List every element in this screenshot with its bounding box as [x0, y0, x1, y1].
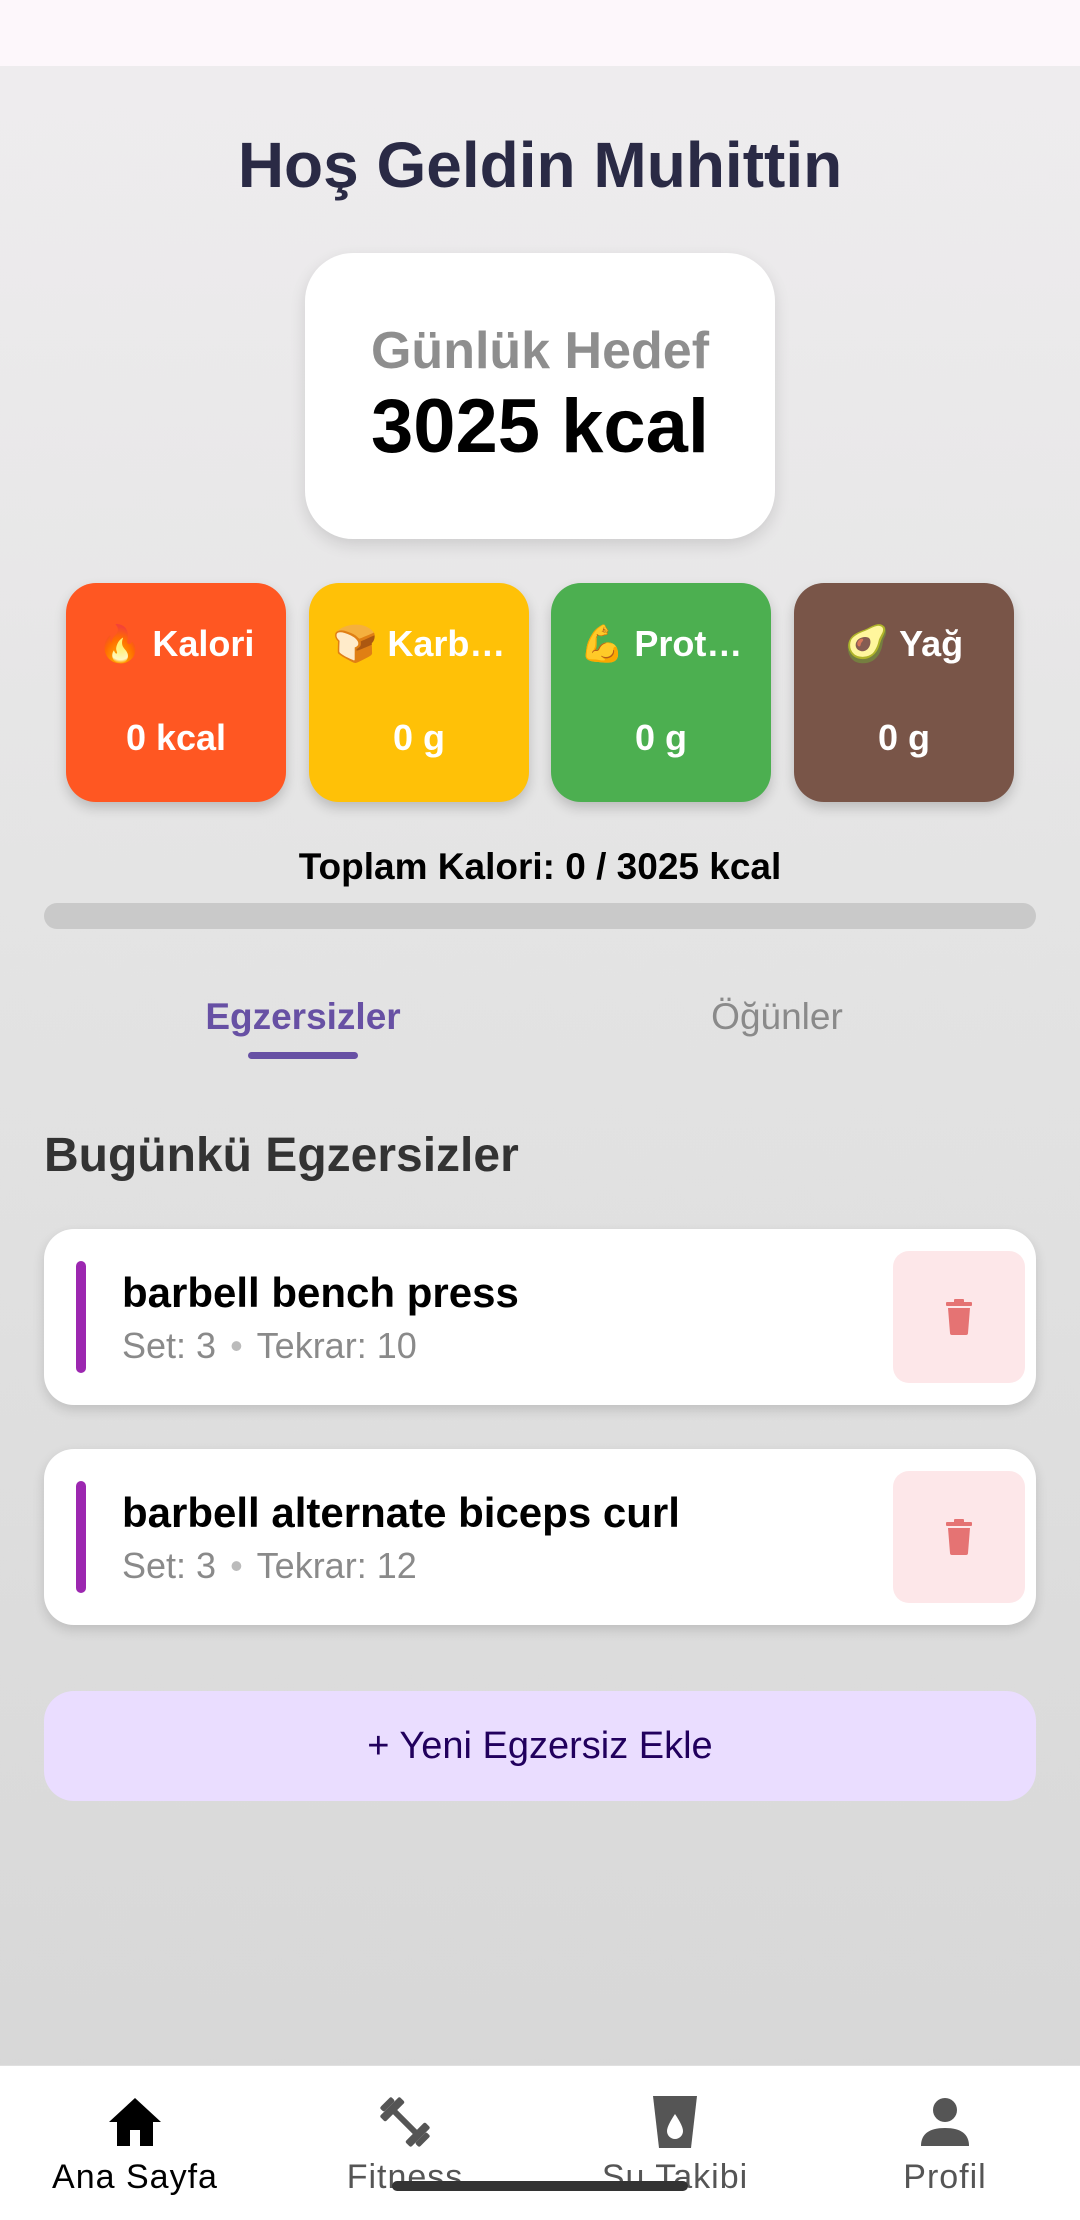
nav-label: Fitness [346, 2158, 464, 2196]
macro-label: 🥑 Yağ [844, 623, 964, 664]
trash-icon [946, 1519, 972, 1555]
section-title: Bugünkü Egzersizler [44, 1129, 519, 1182]
exercise-card[interactable]: barbell alternate biceps curl Set: 3 • Tek… [44, 1449, 1036, 1625]
macro-card-protein: 💪 Prot… 0 g [551, 583, 771, 802]
macro-label: 🔥 Kalori [97, 623, 255, 664]
nav-item-profile[interactable]: Profil [810, 2066, 1080, 2220]
nav-item-water[interactable]: Su Takibi [540, 2066, 810, 2220]
nav-label: Profil [903, 2158, 987, 2196]
calorie-progress-bar [44, 903, 1036, 929]
add-exercise-button[interactable]: + Yeni Egzersiz Ekle [44, 1691, 1036, 1801]
exercise-accent-bar [76, 1481, 86, 1593]
gesture-handle [392, 2181, 688, 2191]
tab-indicator [248, 1052, 358, 1059]
macro-label: 💪 Prot… [579, 623, 743, 664]
exercise-reps: Tekrar: 10 [256, 1325, 417, 1366]
water-glass-icon [653, 2096, 697, 2148]
exercise-reps: Tekrar: 12 [256, 1545, 417, 1586]
exercise-card[interactable]: barbell bench press Set: 3 • Tekrar: 10 [44, 1229, 1036, 1405]
tab-meals[interactable]: Öğünler [577, 996, 977, 1038]
exercise-meta: Set: 3 • Tekrar: 12 [122, 1545, 417, 1587]
macro-card-calorie: 🔥 Kalori 0 kcal [66, 583, 286, 802]
delete-exercise-button[interactable] [893, 1251, 1025, 1383]
separator-dot: • [230, 1325, 243, 1366]
exercise-meta: Set: 3 • Tekrar: 10 [122, 1325, 417, 1367]
home-icon [109, 2098, 161, 2146]
exercise-sets: Set: 3 [122, 1545, 217, 1586]
macro-label: 🍞 Karb… [332, 623, 506, 664]
macro-card-fat: 🥑 Yağ 0 g [794, 583, 1014, 802]
nav-item-fitness[interactable]: Fitness [270, 2066, 540, 2220]
bottom-navigation: Ana Sayfa Fitness Su Takibi Profil [0, 2065, 1080, 2220]
dumbbell-icon [380, 2097, 430, 2147]
status-bar [0, 0, 1080, 66]
exercise-accent-bar [76, 1261, 86, 1373]
nav-label: Ana Sayfa [52, 2158, 218, 2196]
page-title: Hoş Geldin Muhittin [237, 129, 843, 201]
macro-value: 0 g [634, 717, 687, 758]
nav-item-home[interactable]: Ana Sayfa [0, 2066, 270, 2220]
nav-label: Su Takibi [601, 2158, 749, 2196]
daily-goal-value: 3025 kcal [370, 384, 710, 469]
exercise-sets: Set: 3 [122, 1325, 217, 1366]
separator-dot: • [230, 1545, 243, 1586]
daily-goal-card: Günlük Hedef 3025 kcal [305, 253, 775, 539]
person-icon [921, 2098, 969, 2146]
daily-goal-label: Günlük Hedef [370, 322, 710, 380]
exercise-name: barbell alternate biceps curl [122, 1489, 680, 1536]
macro-card-carb: 🍞 Karb… 0 g [309, 583, 529, 802]
macro-value: 0 g [392, 717, 445, 758]
tab-exercises[interactable]: Egzersizler [103, 996, 503, 1038]
macro-value: 0 g [877, 717, 930, 758]
macro-value: 0 kcal [125, 717, 227, 758]
trash-icon [946, 1299, 972, 1335]
total-calorie-text: Toplam Kalori: 0 / 3025 kcal [298, 846, 782, 887]
delete-exercise-button[interactable] [893, 1471, 1025, 1603]
exercise-name: barbell bench press [122, 1269, 519, 1316]
